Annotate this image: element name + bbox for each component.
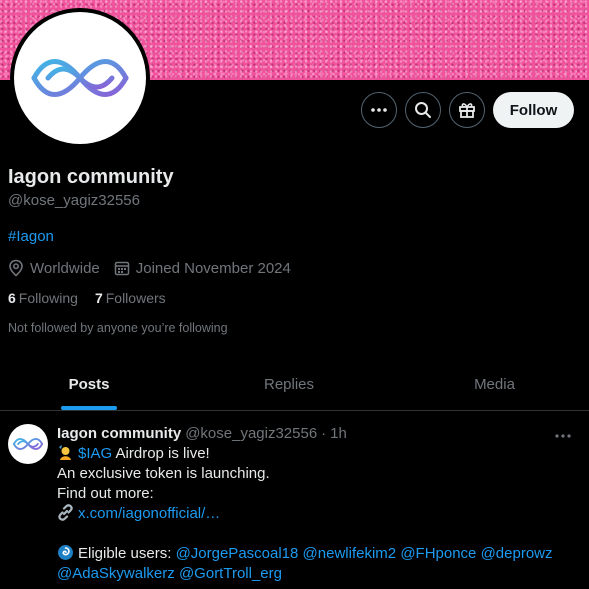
post-header: Iagon community @kose_yagiz32556 · 1h <box>57 424 557 444</box>
cashtag-link[interactable]: $IAG <box>78 445 112 462</box>
post-item[interactable]: Iagon community @kose_yagiz32556 · 1h $I… <box>0 412 589 589</box>
followers-label: Followers <box>105 290 166 306</box>
mention-link[interactable]: @JorgePascoal18 <box>176 545 299 562</box>
profile-tabs: Posts Replies Media <box>0 358 589 411</box>
tab-posts-label: Posts <box>68 375 110 393</box>
post-content: Iagon community @kose_yagiz32556 · 1h $I… <box>57 424 557 584</box>
tab-media-label: Media <box>474 375 515 393</box>
more-button[interactable] <box>361 92 397 128</box>
following-link[interactable]: 6 Following <box>8 290 78 306</box>
iagon-logo-icon <box>31 59 129 97</box>
more-icon <box>371 108 387 112</box>
post-line-1: $IAG Airdrop is live! <box>57 444 557 464</box>
mention-link[interactable]: @newlifekim2 <box>303 545 397 562</box>
follow-button[interactable]: Follow <box>493 92 574 128</box>
search-icon <box>415 102 431 118</box>
active-tab-indicator <box>61 406 117 410</box>
eligible-label: Eligible users: <box>78 545 172 562</box>
calendar-icon <box>114 261 129 276</box>
iagon-logo-icon <box>12 438 44 450</box>
follow-stats: 6 Following 7 Followers <box>8 290 183 306</box>
join-date-text: Joined November 2024 <box>135 259 291 277</box>
genie-emoji-icon <box>59 445 71 460</box>
tab-posts[interactable]: Posts <box>0 358 178 410</box>
post-line-4: x.com/iagonofficial/… <box>57 504 557 524</box>
post-time[interactable]: 1h <box>330 424 347 444</box>
post-more-button[interactable] <box>554 428 572 446</box>
tab-replies[interactable]: Replies <box>178 358 400 410</box>
post-link[interactable]: x.com/iagonofficial/… <box>78 505 220 522</box>
tab-media[interactable]: Media <box>400 358 589 410</box>
profile-handle: @kose_yagiz32556 <box>8 192 140 209</box>
post-author-avatar[interactable] <box>8 424 48 464</box>
post-line-1-text: Airdrop is live! <box>112 445 210 462</box>
link-emoji-icon <box>58 504 73 521</box>
followers-link[interactable]: 7 Followers <box>95 290 166 306</box>
followers-count: 7 <box>94 290 103 306</box>
not-followed-notice: Not followed by anyone you’re following <box>8 321 228 335</box>
mention-link[interactable]: @AdaSkywalkerz <box>57 565 175 582</box>
cyclone-emoji-icon <box>58 545 73 560</box>
mention-link[interactable]: @FHponce <box>400 545 476 562</box>
more-icon <box>555 434 571 438</box>
tab-replies-label: Replies <box>263 375 315 393</box>
post-spacer <box>57 524 557 544</box>
join-date: Joined November 2024 <box>114 260 291 277</box>
location-text: Worldwide <box>30 259 100 277</box>
post-line-3: Find out more: <box>57 485 154 502</box>
mention-link[interactable]: @deprowz <box>481 545 553 562</box>
following-label: Following <box>18 290 78 306</box>
profile-avatar[interactable] <box>10 8 150 148</box>
post-line-2: An exclusive token is launching. <box>57 465 270 482</box>
search-button[interactable] <box>405 92 441 128</box>
profile-name: Iagon community <box>8 166 174 188</box>
subscribe-gift-button[interactable] <box>449 92 485 128</box>
post-line-eligible: Eligible users: @JorgePascoal18 @newlife… <box>57 544 557 564</box>
bio-hashtag-link[interactable]: #Iagon <box>8 228 54 245</box>
profile-meta: Worldwide Joined November 2024 <box>8 259 305 277</box>
post-separator: · <box>321 425 327 442</box>
post-line-mentions: @AdaSkywalkerz @GortTroll_erg <box>57 564 557 584</box>
post-author-handle[interactable]: @kose_yagiz32556 <box>185 424 317 444</box>
post-author-name[interactable]: Iagon community <box>57 424 181 444</box>
gift-icon <box>459 103 475 118</box>
location-pin-icon <box>9 259 23 277</box>
location: Worldwide <box>8 259 100 277</box>
mention-link[interactable]: @GortTroll_erg <box>179 565 282 582</box>
following-count: 6 <box>8 290 16 306</box>
